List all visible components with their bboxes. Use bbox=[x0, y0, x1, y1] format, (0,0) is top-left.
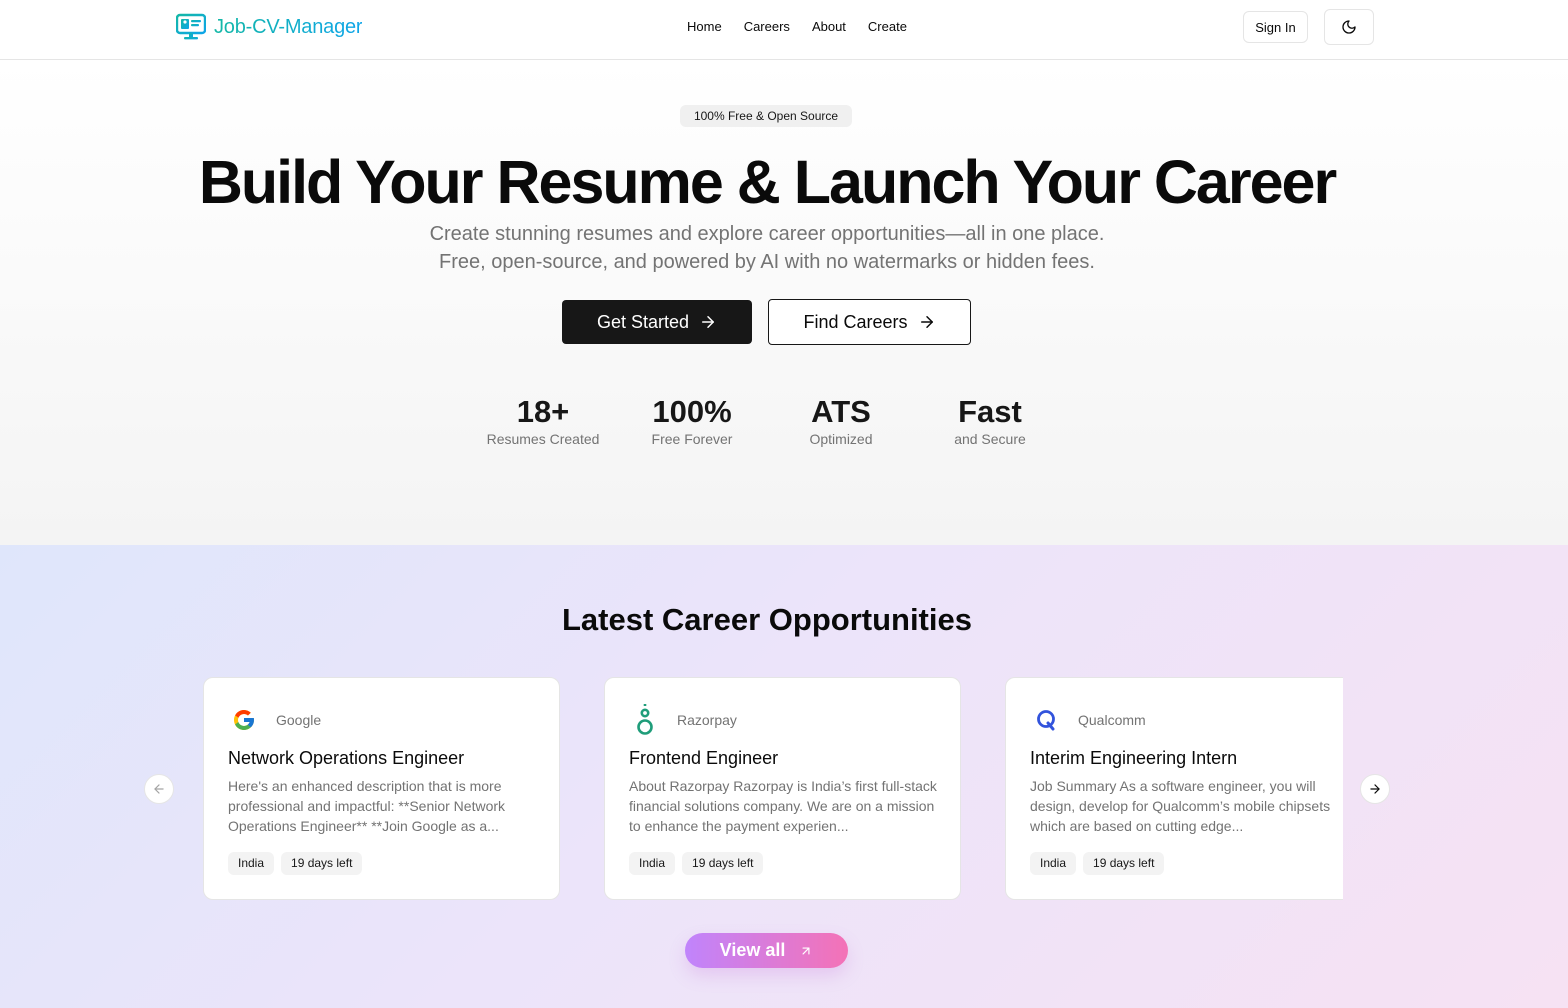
job-description: Job Summary As a software engineer, you … bbox=[1030, 778, 1331, 834]
job-title: Frontend Engineer bbox=[629, 748, 779, 768]
stat-value: ATS bbox=[811, 394, 871, 429]
brand-name: Job-CV-Manager bbox=[214, 15, 363, 38]
get-started-label: Get Started bbox=[596, 311, 690, 332]
moon-icon bbox=[1342, 20, 1356, 34]
view-all-button[interactable]: View all bbox=[685, 933, 848, 968]
hero-title: Build Your Resume & Launch Your Career bbox=[198, 148, 1337, 216]
stat-resumes: 18+ Resumes Created bbox=[468, 394, 618, 448]
sign-in-button[interactable]: Sign In bbox=[1243, 11, 1308, 43]
location-tag: India bbox=[629, 852, 676, 875]
nav-careers[interactable]: Careers bbox=[733, 19, 801, 35]
deadline-tag: 19 days left bbox=[1083, 852, 1165, 875]
company-name: Qualcomm bbox=[1078, 712, 1146, 728]
arrow-right-icon bbox=[1370, 784, 1380, 794]
stat-ats: ATS Optimized bbox=[766, 394, 916, 448]
hero-subtitle: Create stunning resumes and explore care… bbox=[0, 220, 1534, 276]
job-carousel: Google Network Operations Engineer Here'… bbox=[203, 677, 1343, 902]
stat-fast: Fast and Secure bbox=[915, 394, 1065, 448]
stat-label: Resumes Created bbox=[486, 431, 600, 447]
job-card-header: Google bbox=[228, 704, 321, 736]
job-title: Network Operations Engineer bbox=[228, 748, 465, 768]
job-card-header: Razorpay bbox=[629, 704, 737, 736]
location-tag: India bbox=[228, 852, 275, 875]
job-tags: India 19 days left bbox=[629, 852, 764, 875]
stat-value: Fast bbox=[958, 394, 1022, 429]
careers-section: Latest Career Opportunities Google Netwo… bbox=[0, 545, 1568, 1008]
stat-label: Optimized bbox=[809, 431, 873, 447]
arrow-right-icon bbox=[920, 316, 933, 328]
arrow-left-icon bbox=[154, 784, 164, 794]
open-source-badge: 100% Free & Open Source bbox=[680, 105, 852, 127]
view-all-label: View all bbox=[719, 940, 786, 960]
hero-subtitle-line-2: Free, open-source, and powered by AI wit… bbox=[439, 251, 1095, 273]
brand-logo[interactable]: Job-CV-Manager bbox=[176, 13, 363, 41]
stat-label: and Secure bbox=[954, 431, 1026, 447]
deadline-tag: 19 days left bbox=[281, 852, 363, 875]
job-card-header: Qualcomm bbox=[1030, 704, 1146, 736]
carousel-prev-button[interactable] bbox=[144, 774, 174, 804]
job-card[interactable]: Google Network Operations Engineer Here'… bbox=[203, 677, 560, 900]
job-tags: India 19 days left bbox=[1030, 852, 1165, 875]
company-name: Google bbox=[276, 712, 322, 728]
qualcomm-logo-icon bbox=[1030, 704, 1062, 736]
razorpay-logo-icon bbox=[629, 704, 661, 736]
nav-home[interactable]: Home bbox=[676, 19, 733, 35]
job-card[interactable]: Razorpay Frontend Engineer About Razorpa… bbox=[604, 677, 961, 900]
get-started-button[interactable]: Get Started bbox=[562, 300, 752, 344]
job-description: Here's an enhanced description that is m… bbox=[228, 778, 506, 834]
google-logo-icon bbox=[228, 704, 260, 736]
nav-about[interactable]: About bbox=[801, 19, 857, 35]
site-header: Job-CV-Manager Home Careers About Create… bbox=[0, 0, 1568, 60]
deadline-tag: 19 days left bbox=[682, 852, 764, 875]
find-careers-label: Find Careers bbox=[803, 311, 908, 332]
company-name: Razorpay bbox=[677, 712, 737, 728]
carousel-next-button[interactable] bbox=[1360, 774, 1390, 804]
hero-section: 100% Free & Open Source Build Your Resum… bbox=[0, 60, 1568, 545]
stat-label: Free Forever bbox=[651, 431, 733, 447]
stat-free: 100% Free Forever bbox=[617, 394, 767, 448]
job-title: Interim Engineering Intern bbox=[1030, 748, 1238, 768]
main-nav: Home Careers About Create bbox=[676, 19, 918, 35]
arrow-up-right-icon bbox=[802, 947, 810, 954]
hero-subtitle-line-1: Create stunning resumes and explore care… bbox=[429, 223, 1105, 245]
nav-create[interactable]: Create bbox=[857, 19, 918, 35]
theme-toggle-button[interactable] bbox=[1324, 9, 1374, 45]
arrow-right-icon bbox=[702, 316, 715, 328]
stat-value: 100% bbox=[652, 394, 732, 429]
job-tags: India 19 days left bbox=[228, 852, 363, 875]
job-card[interactable]: Qualcomm Interim Engineering Intern Job … bbox=[1005, 677, 1343, 900]
find-careers-button[interactable]: Find Careers bbox=[768, 299, 971, 345]
job-description: About Razorpay Razorpay is India’s first… bbox=[629, 778, 937, 834]
location-tag: India bbox=[1030, 852, 1077, 875]
careers-title: Latest Career Opportunities bbox=[562, 602, 972, 637]
stat-value: 18+ bbox=[516, 394, 570, 429]
monitor-resume-icon bbox=[176, 13, 206, 40]
